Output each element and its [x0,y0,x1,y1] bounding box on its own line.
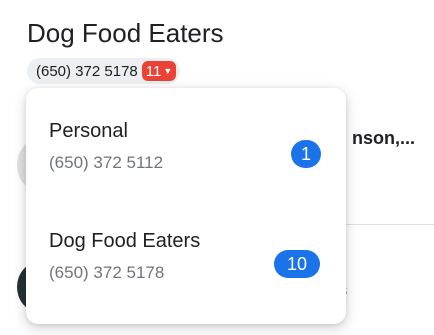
unread-count: 11 [145,62,162,80]
unread-count-badge: 1 [291,140,321,168]
unread-count-badge: 10 [274,250,320,278]
account-phone-number: (650) 372 5112 [49,153,164,172]
screen: Dog Food Eaters (650) 372 5178 11 ▼ nson… [0,0,434,335]
conversation-title[interactable]: nson,... [352,128,415,149]
divider [340,224,434,225]
page-title: Dog Food Eaters [27,18,224,48]
account-number: (650) 372 5178 [36,62,138,80]
status-bar [0,0,434,8]
account-dropdown-menu: Personal (650) 372 5112 1 Dog Food Eater… [26,88,346,324]
account-selector-chip[interactable]: (650) 372 5178 11 ▼ [27,58,181,84]
account-phone-number: (650) 372 5178 [49,263,165,282]
menu-item-personal[interactable]: Personal (650) 372 5112 1 [26,100,346,212]
caret-down-icon: ▼ [163,66,173,76]
account-name: Personal [49,120,128,142]
account-name: Dog Food Eaters [49,230,201,252]
menu-item-dog-food-eaters[interactable]: Dog Food Eaters (650) 372 5178 10 [26,210,346,322]
unread-badge: 11 ▼ [141,61,177,81]
